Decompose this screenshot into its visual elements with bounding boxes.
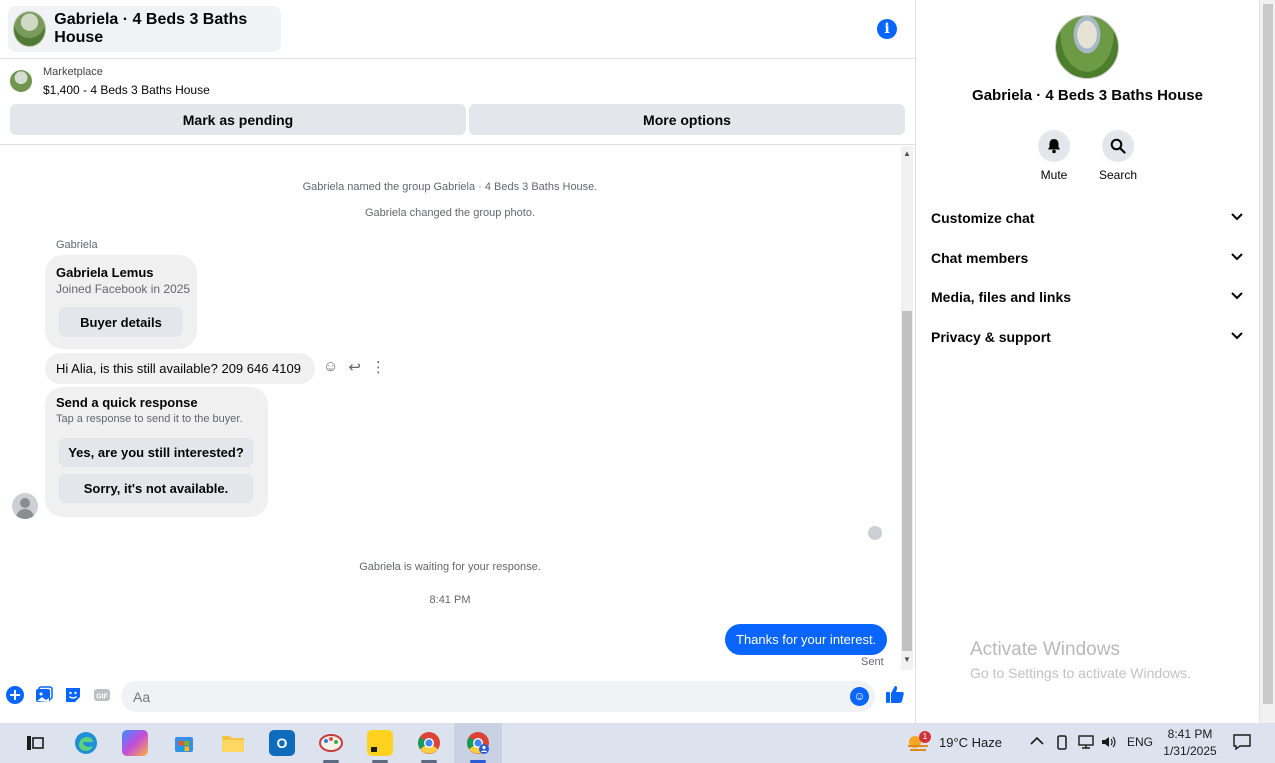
composer: GIF ☺ [0, 670, 916, 723]
thumbs-up-icon[interactable] [885, 684, 905, 710]
chevron-down-icon [1231, 289, 1243, 305]
weather-badge: 1 [919, 731, 931, 743]
mark-pending-button[interactable]: Mark as pending [10, 104, 466, 135]
emoji-icon[interactable]: ☺ [850, 687, 869, 706]
message-input[interactable] [121, 681, 875, 712]
search-label: Search [1098, 168, 1138, 182]
sticker-icon[interactable] [64, 686, 82, 704]
system-message: Gabriela changed the group photo. [364, 207, 536, 219]
chevron-down-icon [1231, 210, 1243, 226]
buyer-name: Gabriela Lemus [56, 265, 154, 280]
section-media-files-links[interactable]: Media, files and links [931, 289, 1243, 305]
plus-icon[interactable] [6, 686, 24, 704]
chevron-down-icon [1231, 329, 1243, 345]
clock-time: 8:41 PM [1167, 727, 1213, 741]
chevron-up-icon[interactable] [1030, 735, 1044, 749]
scroll-up-arrow[interactable]: ▲ [901, 149, 913, 158]
activation-watermark-subtitle: Go to Settings to activate Windows. [970, 665, 1191, 681]
scroll-down-arrow[interactable]: ▼ [901, 655, 913, 664]
page-scroll-thumb[interactable] [1263, 4, 1273, 704]
details-panel: Gabriela · 4 Beds 3 Baths House Mute Sea… [917, 0, 1258, 723]
chat-pane: Gabriela · 4 Beds 3 Baths House i Market… [0, 0, 916, 723]
sticky-notes-icon[interactable] [367, 730, 393, 756]
sender-avatar[interactable] [12, 493, 38, 519]
reply-icon[interactable]: ↩ [348, 358, 361, 376]
sent-status: Sent [861, 656, 884, 668]
waiting-notice: Gabriela is waiting for your response. [359, 561, 541, 573]
chrome-icon[interactable] [416, 730, 442, 756]
details-title: Gabriela · 4 Beds 3 Baths House [972, 87, 1203, 104]
listing-label: Marketplace [43, 66, 103, 78]
buyer-joined: Joined Facebook in 2025 [56, 282, 191, 296]
message-actions: ☺ ↩ ⋮ [323, 358, 386, 376]
messenger-window: Gabriela · 4 Beds 3 Baths House i Market… [0, 0, 1275, 723]
photo-icon[interactable] [35, 686, 53, 704]
sent-message-bubble[interactable]: Thanks for your interest. [725, 624, 888, 655]
chrome-profile-icon[interactable] [465, 730, 491, 756]
chat-title-button[interactable]: Gabriela · 4 Beds 3 Baths House [8, 6, 281, 52]
quick-response-subtitle: Tap a response to send it to the buyer. [56, 413, 243, 425]
search-icon[interactable] [1102, 130, 1134, 162]
section-label: Media, files and links [931, 289, 1072, 305]
section-label: Privacy & support [931, 329, 1051, 345]
activation-watermark-title: Activate Windows [970, 639, 1120, 660]
windows-taskbar: O 1 19°C Haze ENG 8:41 PM 1/31/2025 [0, 723, 1275, 763]
sender-name: Gabriela [56, 239, 98, 251]
language-indicator[interactable]: ENG [1127, 735, 1153, 749]
listing-banner: Marketplace $1,400 - 4 Beds 3 Baths Hous… [0, 59, 916, 145]
system-message: Gabriela named the group Gabriela · 4 Be… [302, 181, 598, 193]
volume-icon[interactable] [1101, 735, 1117, 752]
edge-icon[interactable] [73, 730, 99, 756]
svg-text:GIF: GIF [96, 694, 108, 701]
file-explorer-icon[interactable] [220, 730, 246, 756]
section-privacy-support[interactable]: Privacy & support [931, 329, 1243, 345]
network-icon[interactable] [1078, 735, 1094, 752]
store-icon[interactable] [171, 730, 197, 756]
message-timestamp: 8:41 PM [429, 594, 471, 606]
section-chat-members[interactable]: Chat members [931, 250, 1243, 266]
chat-title: Gabriela · 4 Beds 3 Baths House [54, 11, 248, 46]
buyer-details-button[interactable]: Buyer details [59, 307, 183, 337]
section-label: Chat members [931, 250, 1029, 266]
group-photo[interactable] [1055, 15, 1119, 79]
group-avatar [13, 11, 47, 47]
quick-response-card: Send a quick response Tap a response to … [45, 387, 268, 517]
search-action[interactable]: Search [1088, 130, 1148, 182]
gif-icon[interactable]: GIF [93, 686, 111, 704]
task-view-icon[interactable] [22, 730, 48, 756]
bell-icon[interactable] [1038, 130, 1070, 162]
info-icon[interactable]: i [877, 19, 897, 39]
mute-label: Mute [1040, 168, 1068, 182]
message-text: Hi Alia, is this still available? 209 64… [56, 361, 301, 376]
device-icon[interactable] [1055, 735, 1069, 754]
chevron-down-icon [1231, 250, 1243, 266]
more-options-button[interactable]: More options [469, 104, 905, 135]
clock[interactable]: 8:41 PM 1/31/2025 [1161, 726, 1219, 760]
clock-date: 1/31/2025 [1163, 744, 1217, 758]
read-receipt-avatar [868, 526, 882, 540]
copilot-icon[interactable] [122, 730, 148, 756]
more-icon[interactable]: ⋮ [371, 358, 386, 376]
weather-text[interactable]: 19°C Haze [939, 735, 1002, 750]
react-icon[interactable]: ☺ [323, 358, 338, 376]
paint-icon[interactable] [318, 730, 344, 756]
chat-header: Gabriela · 4 Beds 3 Baths House i [0, 0, 916, 59]
mute-action[interactable]: Mute [1024, 130, 1084, 182]
quick-response-yes-button[interactable]: Yes, are you still interested? [59, 438, 253, 467]
message-bubble[interactable]: Hi Alia, is this still available? 209 64… [45, 353, 315, 384]
scroll-thumb[interactable] [902, 311, 912, 651]
section-label: Customize chat [931, 210, 1035, 226]
section-customize-chat[interactable]: Customize chat [931, 210, 1243, 226]
listing-thumbnail[interactable] [10, 70, 32, 92]
notification-icon[interactable] [1233, 734, 1251, 753]
message-list[interactable]: Gabriela named the group Gabriela · 4 Be… [0, 146, 900, 670]
listing-title[interactable]: $1,400 - 4 Beds 3 Baths House [43, 83, 210, 97]
message-scrollbar[interactable]: ▲ ▼ [901, 146, 913, 670]
page-scrollbar[interactable] [1259, 0, 1275, 723]
quick-response-title: Send a quick response [56, 395, 198, 410]
quick-response-no-button[interactable]: Sorry, it's not available. [59, 474, 253, 503]
outlook-icon[interactable]: O [269, 730, 295, 756]
buyer-profile-card: Gabriela Lemus Joined Facebook in 2025 B… [45, 255, 197, 349]
